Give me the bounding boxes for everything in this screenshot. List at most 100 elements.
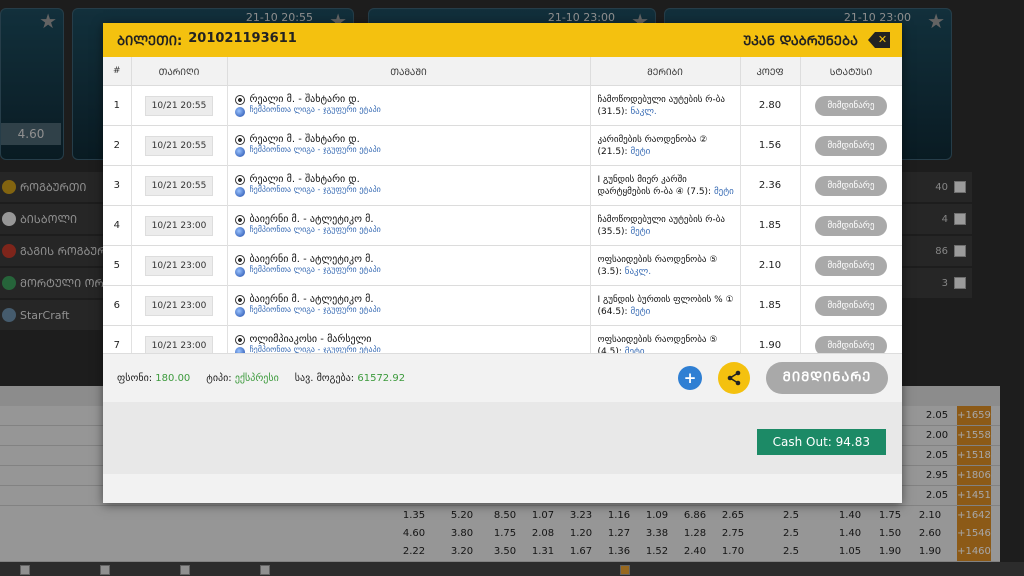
modal-header: ᲑᲘᲚᲔᲗᲘ: 201021193611 ᲣᲙᲐᲜ ᲓᲐᲑᲠᲣᲜᲔᲑᲐ: [103, 23, 902, 57]
row-number: 3: [103, 165, 132, 206]
sport-icons: [234, 94, 245, 117]
row-status: მიმდინარე: [800, 125, 902, 166]
row-match[interactable]: ოლიმპიაკოსი - მარსელი ჩემპიონთა ლიგა - ჯგ…: [227, 325, 591, 353]
market-text: ჩამოწოდებული აუტების რ-ბა (31.5): ნაკლ.: [592, 94, 739, 118]
market-pick: მეტი: [630, 306, 651, 317]
table-row: 7 10/21 23:00 ოლიმპიაკოსი - მარსელი ჩემპიონ…: [103, 325, 902, 354]
match-cell: რეალი მ. - შახტარი დ. ჩემპიონთა ლიგა - ჯგ…: [229, 94, 589, 117]
row-match[interactable]: ბაიერნი მ. - ატლეტიკო მ. ჩემპიონთა ლიგა -…: [227, 285, 591, 326]
row-market: ჩამოწოდებული აუტების რ-ბა (31.5): ნაკლ.: [590, 85, 741, 126]
row-date: 10/21 23:00: [131, 325, 228, 353]
type-value: ექსპრესი: [234, 372, 279, 384]
market-text: ოფსაიდების რაოდენობა ⑤ (3.5): ნაკლ.: [592, 254, 739, 278]
stake-label: ფსონი:: [117, 372, 153, 384]
row-date: 10/21 23:00: [131, 245, 228, 286]
row-status: მიმდინარე: [800, 325, 902, 353]
row-number: 6: [103, 285, 132, 326]
plus-icon: +: [683, 369, 697, 387]
match-name: რეალი მ. - შახტარი დ.: [249, 94, 360, 105]
close-icon[interactable]: [868, 32, 890, 48]
bets-table: # ᲗᲐᲠᲘᲦᲘ ᲗᲐᲛᲐᲨᲘ ᲛᲔᲠᲘᲑᲘ ᲙᲝᲔᲤ ᲡᲢᲐᲢᲣᲡᲘ 1 10/…: [103, 57, 902, 353]
row-status: მიმდინარე: [800, 85, 902, 126]
market-text: კარიმების რაოდენობა ② (21.5): მეტი: [592, 134, 739, 158]
status-badge[interactable]: მიმდინარე: [815, 295, 887, 316]
match-text: ბაიერნი მ. - ატლეტიკო მ. ჩემპიონთა ლიგა -…: [250, 254, 381, 274]
col-date: ᲗᲐᲠᲘᲦᲘ: [131, 57, 228, 86]
table-row: 6 10/21 23:00 ბაიერნი მ. - ატლეტიკო მ. ჩემპ…: [103, 285, 902, 326]
status-badge[interactable]: მიმდინარე: [815, 135, 887, 156]
status-badge[interactable]: მიმდინარე: [815, 95, 887, 116]
date-pill: 10/21 20:55: [144, 95, 214, 116]
status-badge[interactable]: მიმდინარე: [815, 335, 887, 353]
market-pick: მეტი: [624, 346, 645, 354]
match-cell: ბაიერნი მ. - ატლეტიკო მ. ჩემპიონთა ლიგა -…: [229, 214, 589, 237]
table-row: 2 10/21 20:55 რეალი მ. - შახტარი დ. ჩემპიონ…: [103, 125, 902, 166]
league-name: ჩემპიონთა ლიგა - ჯგუფური ეტაპი: [249, 185, 381, 194]
row-number: 5: [103, 245, 132, 286]
market-text: ოფსაიდების რაოდენობა ⑤ (4.5): მეტი: [592, 334, 739, 354]
ticket-number: 201021193611: [188, 31, 297, 46]
row-number: 7: [103, 325, 132, 353]
status-badge[interactable]: მიმდინარე: [815, 175, 887, 196]
row-odds: 2.80: [740, 85, 801, 126]
match-text: ბაიერნი მ. - ატლეტიკო მ. ჩემპიონთა ლიგა -…: [250, 214, 381, 234]
champions-league-icon: [234, 227, 245, 237]
sport-icons: [234, 214, 245, 237]
row-date: 10/21 20:55: [131, 165, 228, 206]
market-name: ჩამოწოდებული აუტების რ-ბა (35.5):: [597, 214, 725, 237]
match-name: ბაიერნი მ. - ატლეტიკო მ.: [249, 214, 374, 225]
sport-icons: [234, 254, 245, 277]
row-market: ოფსაიდების რაოდენობა ⑤ (4.5): მეტი: [590, 325, 741, 354]
match-cell: ბაიერნი მ. - ატლეტიკო მ. ჩემპიონთა ლიგა -…: [229, 254, 589, 277]
row-number: 1: [103, 85, 132, 126]
match-cell: ბაიერნი მ. - ატლეტიკო მ. ჩემპიონთა ლიგა -…: [229, 294, 589, 317]
football-icon: [234, 175, 245, 185]
share-icon: [727, 370, 741, 386]
match-text: ოლიმპიაკოსი - მარსელი ჩემპიონთა ლიგა - ჯგ…: [250, 334, 381, 353]
market-pick: ნაკლ.: [630, 106, 657, 117]
row-market: ოფსაიდების რაოდენობა ⑤ (3.5): ნაკლ.: [590, 245, 741, 286]
bets-table-wrap[interactable]: # ᲗᲐᲠᲘᲦᲘ ᲗᲐᲛᲐᲨᲘ ᲛᲔᲠᲘᲑᲘ ᲙᲝᲔᲤ ᲡᲢᲐᲢᲣᲡᲘ 1 10/…: [103, 57, 902, 353]
date-pill: 10/21 20:55: [144, 175, 214, 196]
status-badge[interactable]: მიმდინარე: [815, 215, 887, 236]
share-button[interactable]: [718, 362, 750, 394]
football-icon: [234, 255, 245, 265]
market-name: ოფსაიდების რაოდენობა ⑤ (4.5):: [597, 334, 718, 354]
match-name: რეალი მ. - შახტარი დ.: [249, 174, 360, 185]
row-odds: 2.36: [740, 165, 801, 206]
league-name: ჩემპიონთა ლიგა - ჯგუფური ეტაპი: [249, 225, 381, 234]
football-icon: [234, 335, 245, 345]
row-number: 2: [103, 125, 132, 166]
champions-league-icon: [234, 107, 245, 117]
league-name: ჩემპიონთა ლიგა - ჯგუფური ეტაპი: [249, 345, 381, 353]
league-name: ჩემპიონთა ლიგა - ჯგუფური ეტაპი: [249, 145, 381, 154]
status-badge[interactable]: მიმდინარე: [815, 255, 887, 276]
match-text: რეალი მ. - შახტარი დ. ჩემპიონთა ლიგა - ჯგ…: [250, 134, 381, 154]
col-status: ᲡᲢᲐᲢᲣᲡᲘ: [800, 57, 902, 86]
champions-league-icon: [234, 267, 245, 277]
market-name: I გუნდის მიერ კარში დარტყმების რ-ბა ④ (7…: [597, 174, 712, 197]
row-match[interactable]: რეალი მ. - შახტარი დ. ჩემპიონთა ლიგა - ჯგ…: [227, 165, 591, 206]
row-match[interactable]: რეალი მ. - შახტარი დ. ჩემპიონთა ლიგა - ჯგ…: [227, 85, 591, 126]
row-match[interactable]: რეალი მ. - შახტარი დ. ჩემპიონთა ლიგა - ჯგ…: [227, 125, 591, 166]
league-name: ჩემპიონთა ლიგა - ჯგუფური ეტაპი: [249, 265, 381, 274]
row-market: I გუნდის ბურთის ფლობის % ① (64.5): მეტი: [590, 285, 741, 326]
row-market: კარიმების რაოდენობა ② (21.5): მეტი: [590, 125, 741, 166]
match-name: ბაიერნი მ. - ატლეტიკო მ.: [249, 294, 374, 305]
row-date: 10/21 23:00: [131, 285, 228, 326]
row-match[interactable]: ბაიერნი მ. - ატლეტიკო მ. ჩემპიონთა ლიგა -…: [227, 245, 591, 286]
row-date: 10/21 23:00: [131, 205, 228, 246]
row-odds: 1.90: [740, 325, 801, 353]
market-text: I გუნდის ბურთის ფლობის % ① (64.5): მეტი: [592, 294, 739, 318]
back-control[interactable]: ᲣᲙᲐᲜ ᲓᲐᲑᲠᲣᲜᲔᲑᲐ: [743, 31, 890, 49]
date-pill: 10/21 20:55: [144, 135, 214, 156]
table-row: 4 10/21 23:00 ბაიერნი მ. - ატლეტიკო მ. ჩემპ…: [103, 205, 902, 246]
win-value: 61572.92: [357, 372, 406, 384]
market-pick: ნაკლ.: [624, 266, 652, 277]
add-button[interactable]: +: [678, 366, 702, 390]
cashout-button[interactable]: Cash Out: 94.83: [756, 429, 886, 455]
row-status: მიმდინარე: [800, 205, 902, 246]
row-match[interactable]: ბაიერნი მ. - ატლეტიკო მ. ჩემპიონთა ლიგა -…: [227, 205, 591, 246]
match-text: ბაიერნი მ. - ატლეტიკო მ. ჩემპიონთა ლიგა -…: [250, 294, 381, 314]
back-button[interactable]: ᲣᲙᲐᲜ ᲓᲐᲑᲠᲣᲜᲔᲑᲐ: [743, 31, 858, 49]
